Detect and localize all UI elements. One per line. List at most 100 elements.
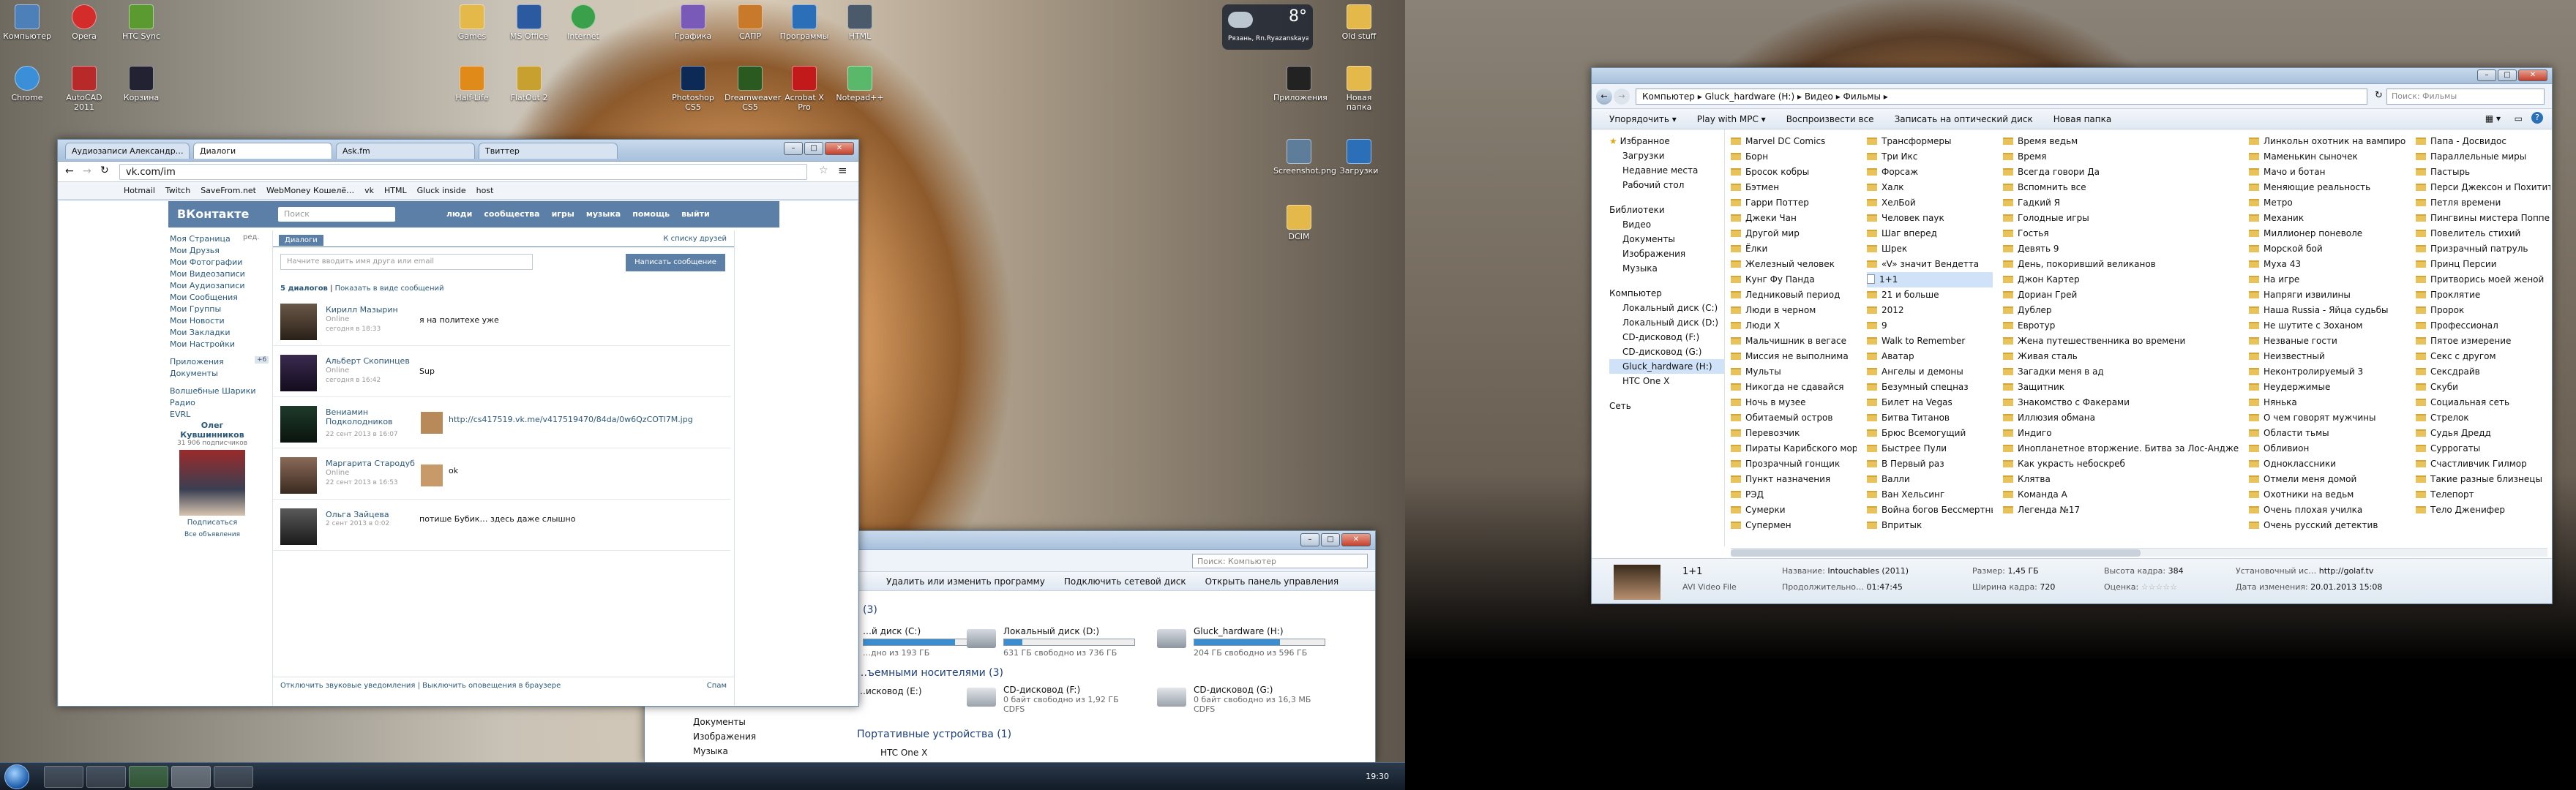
vk-menu-friends[interactable]: Мои Друзья xyxy=(170,245,272,257)
desktop-icon-notepad[interactable]: Notepad++ xyxy=(834,66,886,102)
folder-item[interactable]: Гадкий Я xyxy=(2003,195,2239,211)
folder-item[interactable]: Билет на Vegas xyxy=(1867,395,1993,410)
refresh-icon[interactable]: ↻ xyxy=(2375,90,2383,101)
nav-drive-h[interactable]: Gluck_hardware (H:) xyxy=(1609,359,1724,374)
vk-search-input[interactable]: Поиск xyxy=(278,207,395,222)
vk-menu-audio[interactable]: Мои Аудиозаписи xyxy=(170,280,272,292)
desktop-icon-programs[interactable]: Программы xyxy=(779,4,830,41)
vk-promo-name[interactable]: Олег Кувшинников xyxy=(168,421,256,440)
folder-item[interactable]: Джон Картер xyxy=(2003,272,2239,287)
nav-recent[interactable]: Недавние места xyxy=(1609,163,1724,178)
vk-subscribe-link[interactable]: Подписаться xyxy=(168,519,256,527)
folder-item[interactable]: Время ведьм xyxy=(2003,134,2239,149)
folder-item[interactable]: Социальная сеть xyxy=(2416,395,2550,410)
folder-item[interactable]: О чем говорят мужчины xyxy=(2249,410,2405,426)
folder-item[interactable]: Обитаемый остров xyxy=(1731,410,1857,426)
nav-drive-g[interactable]: CD-дисковод (G:) xyxy=(1609,345,1724,359)
folder-item[interactable]: Прозрачный гонщик xyxy=(1731,456,1857,472)
folder-item[interactable]: Очень русский детектив xyxy=(2249,518,2405,533)
start-button[interactable] xyxy=(4,764,29,789)
rating-stars[interactable]: ☆☆☆☆☆ xyxy=(2141,582,2177,592)
folder-item[interactable]: Ван Хельсинг xyxy=(1867,487,1993,503)
folder-item[interactable]: Меняющие реальность xyxy=(2249,180,2405,195)
folder-item[interactable]: Незваные гости xyxy=(2249,334,2405,349)
nav-downloads[interactable]: Загрузки xyxy=(1609,148,1724,163)
folder-item[interactable]: Муха 43 xyxy=(2249,257,2405,272)
vk-nav-help[interactable]: помощь xyxy=(632,209,670,219)
folder-item[interactable]: Ночь в музее xyxy=(1731,395,1857,410)
vk-dialog-row[interactable]: Маргарита Стародуб Online 22 сент 2013 в 1… xyxy=(273,448,730,500)
folder-item[interactable]: Загадки меня в ад xyxy=(2003,364,2239,380)
nav-item-images[interactable]: Изображения xyxy=(693,731,756,742)
vk-nav-music[interactable]: музыка xyxy=(586,209,621,219)
folder-item[interactable]: Призрачный патруль xyxy=(2416,241,2550,257)
folder-item[interactable]: Железный человек xyxy=(1731,257,1857,272)
vk-dialog-row[interactable]: Вениамин Подколодников 22 сент 2013 в 16:… xyxy=(273,397,730,448)
address-bar[interactable]: vk.com/im xyxy=(119,164,807,180)
folder-item[interactable]: В Первый раз xyxy=(1867,456,1993,472)
folder-item[interactable]: Джеки Чан xyxy=(1731,211,1857,226)
folder-item[interactable]: Маменькин сыночек xyxy=(2249,149,2405,165)
tab-dialogs[interactable]: Диалоги xyxy=(193,143,332,159)
folder-item[interactable]: Как украсть небоскреб xyxy=(2003,456,2239,472)
desktop-icon-recycle[interactable]: Корзина xyxy=(116,66,167,102)
folder-item[interactable]: Наша Russia - Яйца судьбы xyxy=(2249,303,2405,318)
burn-disc-button[interactable]: Записать на оптический диск xyxy=(1895,114,2033,129)
folder-item[interactable]: Трансформеры xyxy=(1867,134,1993,149)
bookmark-html[interactable]: HTML xyxy=(384,186,407,195)
folder-item[interactable]: Ёлки xyxy=(1731,241,1857,257)
organize-button[interactable]: Упорядочить ▾ xyxy=(1609,114,1677,129)
folder-item[interactable]: Евротур xyxy=(2003,318,2239,334)
play-all-button[interactable]: Воспроизвести все xyxy=(1786,114,1874,129)
folder-item[interactable]: Миссия не выполнима xyxy=(1731,349,1857,364)
menu-icon[interactable]: ≡ xyxy=(838,164,847,177)
folder-item[interactable]: Время xyxy=(2003,149,2239,165)
desktop-icon-acrobat[interactable]: Acrobat X Pro xyxy=(779,66,830,112)
folder-item[interactable]: Судья Дредд xyxy=(2416,426,2550,441)
reload-icon[interactable]: ↻ xyxy=(100,165,109,176)
vk-dialogs-tab[interactable]: Диалоги xyxy=(279,235,323,246)
nav-drive-f[interactable]: CD-дисковод (F:) xyxy=(1609,330,1724,345)
folder-item[interactable]: Очень плохая училка xyxy=(2249,503,2405,518)
vk-logo[interactable]: ВКонтакте xyxy=(177,207,249,221)
folder-item[interactable]: Шрек xyxy=(1867,241,1993,257)
folder-item[interactable]: Проклятие xyxy=(2416,287,2550,303)
folder-item[interactable]: Шаг вперед xyxy=(1867,226,1993,241)
folder-item[interactable]: Девять 9 xyxy=(2003,241,2239,257)
tab-audio[interactable]: Аудиозаписи Александр… xyxy=(65,143,190,159)
folder-item[interactable]: Метро xyxy=(2249,195,2405,211)
folder-item[interactable]: Брюс Всемогущий xyxy=(1867,426,1993,441)
chrome-browser-window[interactable]: Аудиозаписи Александр… Диалоги Ask.fm Тв… xyxy=(57,139,859,707)
vk-menu-messages[interactable]: Мои Сообщения xyxy=(170,292,272,304)
folder-item[interactable]: Пингвины мистера Поппера xyxy=(2416,211,2550,226)
folder-item[interactable]: Сумерки xyxy=(1731,503,1857,518)
vk-menu-groups[interactable]: Мои Группы xyxy=(170,304,272,315)
folder-item[interactable]: Бэтмен xyxy=(1731,180,1857,195)
desktop-icon-oldstuff[interactable]: Old stuff xyxy=(1333,4,1385,41)
folder-item[interactable]: Отмели меня домой xyxy=(2249,472,2405,487)
folder-item[interactable]: Перевозчик xyxy=(1731,426,1857,441)
drive-e[interactable]: …исковод (E:) xyxy=(857,686,967,712)
folder-item[interactable]: Секс с другом xyxy=(2416,349,2550,364)
bookmark-hotmail[interactable]: Hotmail xyxy=(124,186,155,195)
maximize-button[interactable]: □ xyxy=(1321,533,1340,546)
folder-item[interactable]: Неудержимые xyxy=(2249,380,2405,395)
folder-item[interactable]: Быстрее Пули xyxy=(1867,441,1993,456)
films-breadcrumb[interactable]: Компьютер ▸ Gluck_hardware (H:) ▸ Видео … xyxy=(1636,89,2367,105)
desktop-icon-sapr[interactable]: САПР xyxy=(724,4,776,41)
drive-d[interactable]: Локальный диск (D:) 631 ГБ свободно из 7… xyxy=(967,626,1142,658)
films-scrollbar[interactable] xyxy=(1731,548,2547,557)
folder-item[interactable]: Неконтролируемый 3 xyxy=(2249,364,2405,380)
forward-icon[interactable]: → xyxy=(1614,89,1630,105)
folder-item[interactable]: Вспомнить все xyxy=(2003,180,2239,195)
minimize-button[interactable]: – xyxy=(1300,533,1319,546)
folder-item[interactable]: Механик xyxy=(2249,211,2405,226)
folder-item[interactable]: Петля времени xyxy=(2416,195,2550,211)
vk-all-ads-link[interactable]: Все объявления xyxy=(168,531,256,538)
nav-documents[interactable]: Документы xyxy=(1609,232,1724,247)
vk-nav-logout[interactable]: выйти xyxy=(681,209,710,219)
vk-dialog-row[interactable]: Ольга Зайцева 2 сент 2013 в 0:02 потише Бу… xyxy=(273,500,730,551)
folder-item[interactable]: Папа - Досвидос xyxy=(2416,134,2550,149)
folder-item[interactable]: Тело Дженифер xyxy=(2416,503,2550,518)
folder-item[interactable]: На игре xyxy=(2249,272,2405,287)
